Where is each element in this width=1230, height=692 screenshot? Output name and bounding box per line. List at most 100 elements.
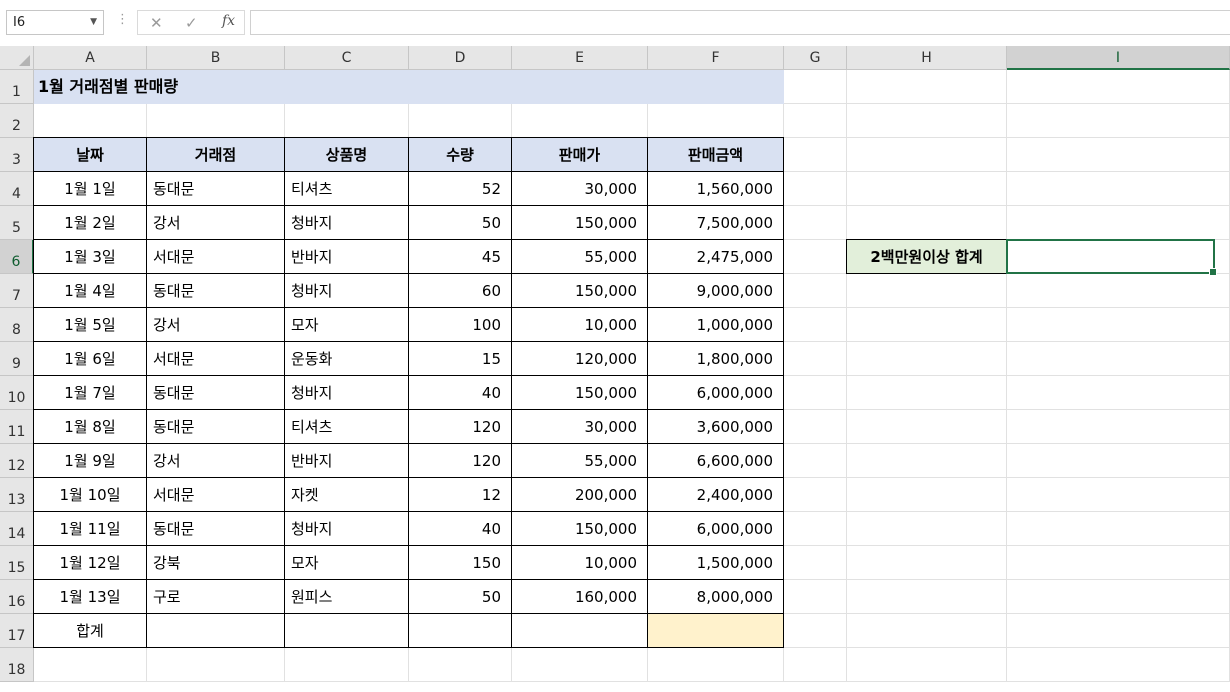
row-header-12[interactable]: 12: [0, 444, 34, 478]
cell-g11[interactable]: [784, 410, 847, 444]
cancel-icon[interactable]: ✕: [150, 14, 163, 32]
row-header-2[interactable]: 2: [0, 104, 34, 138]
row-header-6[interactable]: 6: [0, 240, 34, 274]
cell-i5[interactable]: [1007, 206, 1230, 240]
cell-b18[interactable]: [147, 648, 285, 682]
cell-f2[interactable]: [648, 104, 784, 138]
cell-c18[interactable]: [285, 648, 409, 682]
chevron-down-icon[interactable]: ▼: [90, 11, 97, 34]
cell-g1[interactable]: [784, 70, 847, 104]
cell-h7[interactable]: [847, 274, 1007, 308]
formula-input[interactable]: [250, 10, 1230, 35]
cell-i3[interactable]: [1007, 138, 1230, 172]
cell-c2[interactable]: [285, 104, 409, 138]
cell-i15[interactable]: [1007, 546, 1230, 580]
cell-f18[interactable]: [648, 648, 784, 682]
cell-g3[interactable]: [784, 138, 847, 172]
column-header-f[interactable]: F: [648, 46, 784, 70]
cell-g17[interactable]: [784, 614, 847, 648]
cell-i18[interactable]: [1007, 648, 1230, 682]
cell-h4[interactable]: [847, 172, 1007, 206]
column-header-e[interactable]: E: [512, 46, 648, 70]
row-header-16[interactable]: 16: [0, 580, 34, 614]
cell-i8[interactable]: [1007, 308, 1230, 342]
row-header-17[interactable]: 17: [0, 614, 34, 648]
name-box[interactable]: I6 ▼: [6, 10, 104, 35]
column-header-d[interactable]: D: [409, 46, 512, 70]
column-header-h[interactable]: H: [847, 46, 1007, 70]
cell-i16[interactable]: [1007, 580, 1230, 614]
cell-i4[interactable]: [1007, 172, 1230, 206]
row-header-7[interactable]: 7: [0, 274, 34, 308]
cell-h14[interactable]: [847, 512, 1007, 546]
cell-h9[interactable]: [847, 342, 1007, 376]
cell-i13[interactable]: [1007, 478, 1230, 512]
cell-h11[interactable]: [847, 410, 1007, 444]
column-header-g[interactable]: G: [784, 46, 847, 70]
active-cell-selection[interactable]: [1006, 239, 1217, 276]
column-header-i[interactable]: I: [1007, 46, 1230, 70]
row-header-1[interactable]: 1: [0, 70, 34, 104]
cell-i14[interactable]: [1007, 512, 1230, 546]
row-header-8[interactable]: 8: [0, 308, 34, 342]
row-header-15[interactable]: 15: [0, 546, 34, 580]
cell-e2[interactable]: [512, 104, 648, 138]
cell-g7[interactable]: [784, 274, 847, 308]
row-header-10[interactable]: 10: [0, 376, 34, 410]
row-header-18[interactable]: 18: [0, 648, 34, 682]
cell-g5[interactable]: [784, 206, 847, 240]
cell-i7[interactable]: [1007, 274, 1230, 308]
cell-a18[interactable]: [34, 648, 147, 682]
cell-g9[interactable]: [784, 342, 847, 376]
cell-i17[interactable]: [1007, 614, 1230, 648]
cell-g15[interactable]: [784, 546, 847, 580]
row-header-4[interactable]: 4: [0, 172, 34, 206]
row-header-3[interactable]: 3: [0, 138, 34, 172]
column-header-b[interactable]: B: [147, 46, 285, 70]
cell-b2[interactable]: [147, 104, 285, 138]
cell-d2[interactable]: [409, 104, 512, 138]
cell-i10[interactable]: [1007, 376, 1230, 410]
cell-h15[interactable]: [847, 546, 1007, 580]
cell-h17[interactable]: [847, 614, 1007, 648]
cell-g13[interactable]: [784, 478, 847, 512]
cell-h8[interactable]: [847, 308, 1007, 342]
cell-g8[interactable]: [784, 308, 847, 342]
cell-g18[interactable]: [784, 648, 847, 682]
cell-g10[interactable]: [784, 376, 847, 410]
row-header-13[interactable]: 13: [0, 478, 34, 512]
row-header-14[interactable]: 14: [0, 512, 34, 546]
row-header-9[interactable]: 9: [0, 342, 34, 376]
fill-handle[interactable]: [1209, 268, 1217, 276]
cell-e18[interactable]: [512, 648, 648, 682]
cell-h3[interactable]: [847, 138, 1007, 172]
cell-g14[interactable]: [784, 512, 847, 546]
column-header-a[interactable]: A: [34, 46, 147, 70]
cell-h12[interactable]: [847, 444, 1007, 478]
cell-i12[interactable]: [1007, 444, 1230, 478]
cell-g4[interactable]: [784, 172, 847, 206]
cell-h10[interactable]: [847, 376, 1007, 410]
select-all-button[interactable]: [0, 46, 34, 70]
cell-a2[interactable]: [34, 104, 147, 138]
cell-g16[interactable]: [784, 580, 847, 614]
cell-d18[interactable]: [409, 648, 512, 682]
cell-h5[interactable]: [847, 206, 1007, 240]
row-header-11[interactable]: 11: [0, 410, 34, 444]
cell-i11[interactable]: [1007, 410, 1230, 444]
column-header-c[interactable]: C: [285, 46, 409, 70]
cell-g6[interactable]: [784, 240, 847, 274]
cell-h2[interactable]: [847, 104, 1007, 138]
row-header-5[interactable]: 5: [0, 206, 34, 240]
insert-function-icon[interactable]: fx: [222, 13, 235, 29]
cell-h13[interactable]: [847, 478, 1007, 512]
cell-i9[interactable]: [1007, 342, 1230, 376]
cell-h16[interactable]: [847, 580, 1007, 614]
enter-icon[interactable]: ✓: [185, 14, 198, 32]
cell-h18[interactable]: [847, 648, 1007, 682]
cell-g2[interactable]: [784, 104, 847, 138]
cell-i1[interactable]: [1007, 70, 1230, 104]
cell-g12[interactable]: [784, 444, 847, 478]
cell-h1[interactable]: [847, 70, 1007, 104]
cell-i2[interactable]: [1007, 104, 1230, 138]
